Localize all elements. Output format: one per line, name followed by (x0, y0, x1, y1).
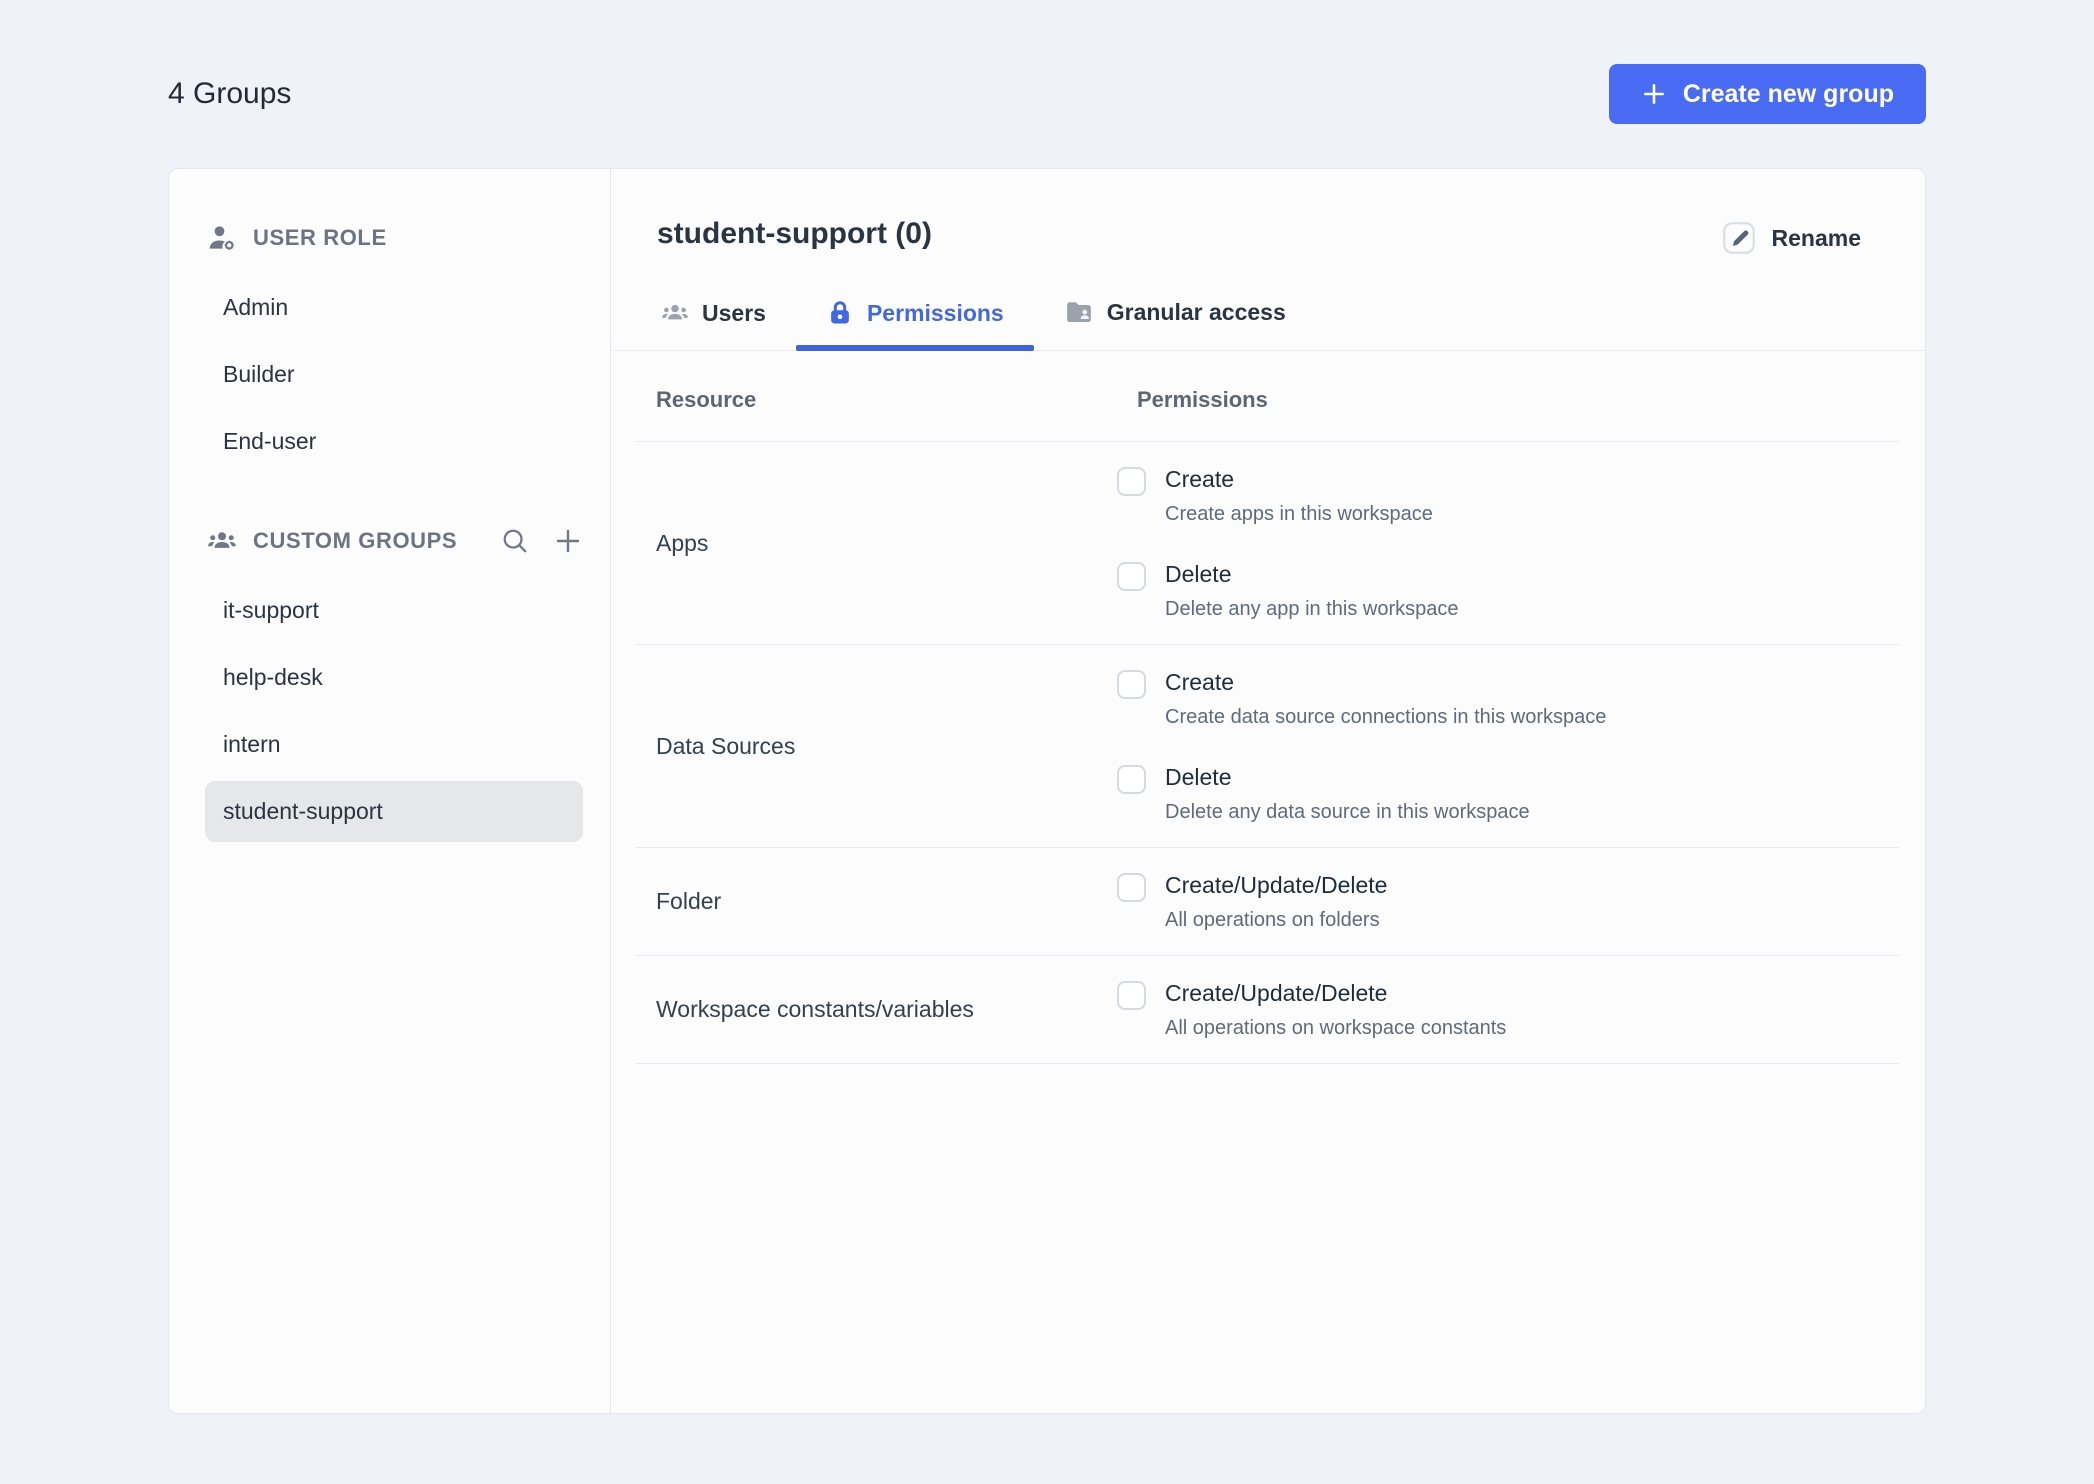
permission-description: All operations on folders (1165, 909, 1380, 931)
permission-label: Delete (1165, 764, 1232, 790)
search-groups-icon[interactable] (500, 526, 530, 556)
user-role-list: Admin Builder End-user (169, 277, 610, 472)
table-row-folder: Folder Create/Update/Delete All operatio… (635, 848, 1900, 956)
tab-granular-access-label: Granular access (1106, 298, 1286, 325)
permission-item: Delete Delete any data source in this wo… (1117, 762, 1606, 825)
workspace-constants-crud-checkbox[interactable] (1117, 981, 1146, 1010)
apps-create-checkbox[interactable] (1117, 467, 1146, 496)
permission-item: Create/Update/Delete All operations on w… (1117, 978, 1506, 1041)
data-sources-delete-checkbox[interactable] (1117, 765, 1146, 794)
permissions-table: Resource Permissions Apps Create Create … (635, 351, 1900, 1064)
users-icon (661, 299, 689, 327)
user-role-title: USER ROLE (253, 225, 387, 250)
permissions-table-header: Resource Permissions (635, 351, 1900, 442)
sidebar-item-end-user[interactable]: End-user (205, 411, 583, 472)
sidebar-item-help-desk[interactable]: help-desk (205, 647, 583, 708)
users-group-icon (207, 526, 237, 556)
resource-label: Apps (656, 529, 709, 556)
topbar: 4 Groups Create new group (0, 0, 2094, 126)
data-sources-create-checkbox[interactable] (1117, 670, 1146, 699)
permission-label: Delete (1165, 561, 1232, 587)
rename-label: Rename (1771, 224, 1861, 251)
edit-pencil-icon (1722, 221, 1756, 255)
permission-item: Create Create data source connections in… (1117, 667, 1606, 730)
table-row-workspace-constants: Workspace constants/variables Create/Upd… (635, 956, 1900, 1064)
create-new-group-label: Create new group (1682, 79, 1894, 108)
resource-column-header: Resource (656, 387, 757, 412)
resource-label: Folder (656, 888, 722, 914)
lock-icon (826, 299, 854, 327)
permission-label: Create (1165, 466, 1235, 492)
user-role-header: USER ROLE (207, 217, 584, 259)
permissions-column-header: Permissions (1137, 387, 1268, 412)
table-row-data-sources: Data Sources Create Create data source c… (635, 645, 1900, 848)
permission-description: All operations on workspace constants (1165, 1017, 1507, 1039)
custom-groups-title: CUSTOM GROUPS (253, 528, 458, 553)
tab-permissions-label: Permissions (866, 299, 1004, 326)
custom-groups-list: it-support help-desk intern student-supp… (169, 580, 610, 842)
sidebar-item-it-support[interactable]: it-support (205, 580, 583, 641)
permission-label: Create (1165, 669, 1235, 695)
apps-delete-checkbox[interactable] (1117, 562, 1146, 591)
tab-users-label: Users (702, 299, 766, 326)
user-role-section: USER ROLE Admin Builder End-user (169, 217, 610, 472)
sidebar-item-admin[interactable]: Admin (205, 277, 583, 338)
folder-user-icon (1064, 297, 1094, 327)
table-row-apps: Apps Create Create apps in this workspac… (635, 442, 1900, 645)
group-detail-header: student-support (0) Rename (611, 169, 1925, 255)
permission-description: Create apps in this workspace (1165, 503, 1433, 525)
group-tabs: Users Permissions Granular access (611, 297, 1925, 351)
groups-sidebar: USER ROLE Admin Builder End-user CUSTOM … (169, 169, 611, 1413)
permission-item: Delete Delete any app in this workspace (1117, 559, 1459, 622)
permission-description: Create data source connections in this w… (1165, 706, 1607, 728)
permission-item: Create Create apps in this workspace (1117, 464, 1459, 527)
resource-label: Data Sources (656, 732, 796, 759)
sidebar-item-builder[interactable]: Builder (205, 344, 583, 405)
user-gear-icon (207, 223, 237, 253)
group-title: student-support (0) (657, 217, 932, 250)
create-new-group-button[interactable]: Create new group (1608, 64, 1926, 124)
permission-description: Delete any app in this workspace (1165, 598, 1459, 620)
rename-button[interactable]: Rename (1722, 221, 1861, 255)
permission-item: Create/Update/Delete All operations on f… (1117, 870, 1387, 933)
group-detail-panel: student-support (0) Rename Users Permiss… (611, 169, 1925, 1413)
permission-description: Delete any data source in this workspace (1165, 801, 1530, 823)
page-title: 4 Groups (168, 77, 292, 110)
plus-icon (1641, 81, 1667, 107)
resource-label: Workspace constants/variables (656, 996, 974, 1022)
groups-card: USER ROLE Admin Builder End-user CUSTOM … (168, 168, 1926, 1414)
sidebar-item-student-support[interactable]: student-support (205, 781, 583, 842)
folder-crud-checkbox[interactable] (1117, 873, 1146, 902)
tab-users[interactable]: Users (657, 299, 796, 350)
tab-granular-access[interactable]: Granular access (1034, 297, 1316, 350)
permission-label: Create/Update/Delete (1165, 980, 1388, 1006)
custom-groups-section: CUSTOM GROUPS it-support help-desk inter… (169, 520, 610, 842)
add-group-icon[interactable] (552, 525, 584, 557)
custom-groups-header: CUSTOM GROUPS (207, 520, 584, 562)
permission-label: Create/Update/Delete (1165, 872, 1388, 898)
tab-permissions[interactable]: Permissions (795, 299, 1034, 351)
sidebar-item-intern[interactable]: intern (205, 714, 583, 775)
